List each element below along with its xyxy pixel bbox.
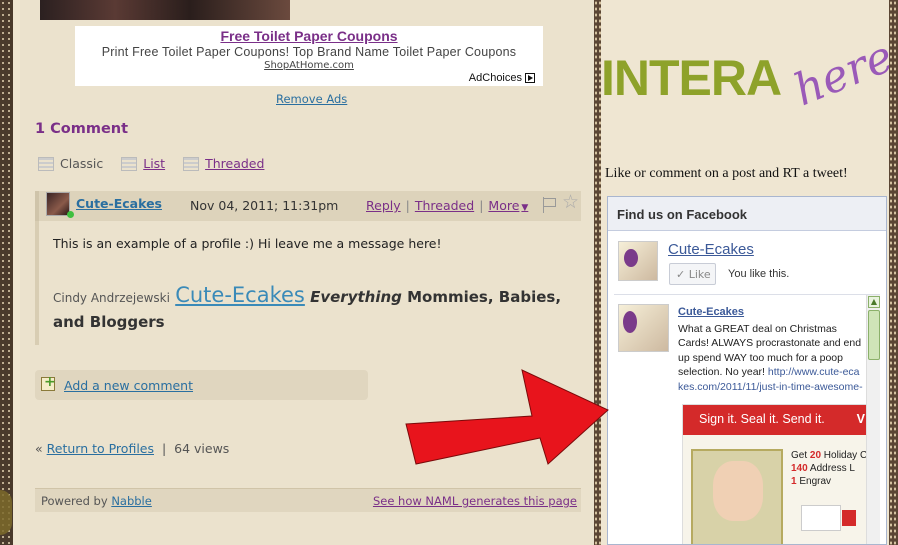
facebook-post-thumbnail[interactable] — [618, 304, 669, 352]
facebook-like-button[interactable]: ✓ Like — [669, 263, 716, 285]
add-comment-bar: Add a new comment — [35, 370, 368, 400]
post-date: Nov 04, 2011; 11:31pm — [190, 198, 339, 213]
star-icon[interactable]: ☆ — [562, 193, 579, 212]
view-mode-list[interactable]: List — [121, 156, 165, 171]
check-icon: ✓ — [676, 268, 686, 281]
remove-ads-link[interactable]: Remove Ads — [276, 92, 347, 106]
view-mode-label[interactable]: List — [143, 156, 165, 171]
facebook-widget-header: Find us on Facebook — [608, 197, 886, 231]
ad-title-link[interactable]: Free Toilet Paper Coupons — [75, 28, 543, 44]
post-author-link[interactable]: Cute-Ecakes — [76, 196, 162, 211]
image-banner-text: Sign it. Seal it. Send it. — [699, 412, 825, 426]
image-banner: Sign it. Seal it. Send it. V — [683, 405, 867, 435]
footer: Powered by Nabble See how NAML generates… — [35, 488, 581, 512]
profile-photo — [40, 0, 290, 20]
naml-link[interactable]: See how NAML generates this page — [373, 494, 577, 508]
scroll-up-icon[interactable]: ▲ — [868, 296, 880, 308]
right-border — [889, 0, 898, 545]
logo-main-text: INTERA — [601, 50, 782, 106]
view-mode-label[interactable]: Threaded — [205, 156, 264, 171]
scrollbar-thumb[interactable] — [868, 310, 880, 360]
post-actions: Reply | Threaded | More ▼ — [366, 198, 528, 213]
separator: | — [405, 198, 410, 213]
view-mode-tabs: Classic List Threaded — [38, 156, 282, 171]
chevron-down-icon: ▼ — [521, 203, 529, 213]
ad-choices-icon — [525, 73, 535, 83]
interact-here-logo: INTERA here — [601, 31, 898, 140]
left-border — [0, 0, 20, 545]
ad-banner[interactable]: Free Toilet Paper Coupons Print Free Toi… — [75, 26, 543, 86]
ad-description: Print Free Toilet Paper Coupons! Top Bra… — [101, 45, 517, 59]
reply-link[interactable]: Reply — [366, 198, 401, 213]
facebook-widget: Find us on Facebook Cute-Ecakes ✓ Like Y… — [607, 196, 887, 545]
ad-url-link[interactable]: ShopAtHome.com — [75, 60, 543, 71]
view-mode-classic[interactable]: Classic — [38, 156, 103, 171]
facebook-liked-text: You like this. — [728, 268, 790, 280]
threaded-view-icon — [183, 156, 200, 171]
divider — [614, 294, 880, 295]
powered-by: Powered by Nabble — [41, 494, 152, 508]
threaded-link[interactable]: Threaded — [415, 198, 474, 213]
post-body: This is an example of a profile :) Hi le… — [35, 221, 581, 345]
facebook-post-author[interactable]: Cute-Ecakes — [678, 306, 744, 318]
address-label-graphic — [801, 505, 856, 531]
facebook-post-text: What a GREAT deal on Christmas Cards! AL… — [678, 322, 864, 394]
like-label: Like — [688, 268, 711, 281]
post-header: Cute-Ecakes Nov 04, 2011; 11:31pm Reply … — [35, 191, 581, 221]
view-count: 64 views — [174, 441, 230, 456]
post-text: This is an example of a profile :) Hi le… — [53, 236, 442, 251]
return-prefix: « — [35, 441, 43, 456]
facebook-page-thumbnail[interactable] — [618, 241, 658, 281]
add-comment-icon — [41, 374, 56, 391]
image-banner-v: V — [856, 412, 865, 426]
red-arrow-icon — [405, 369, 609, 465]
nabble-link[interactable]: Nabble — [111, 494, 152, 508]
offer-text: Get 20 Holiday C 140 Address L 1 Engrav — [791, 450, 868, 487]
view-mode-label: Classic — [60, 156, 104, 171]
facebook-page-name[interactable]: Cute-Ecakes — [668, 241, 754, 258]
signature-italic: Everything — [310, 288, 402, 306]
powered-by-label: Powered by — [41, 494, 108, 508]
separator: | — [161, 441, 167, 456]
leaf-decoration — [0, 490, 12, 535]
photo-card-graphic — [691, 449, 783, 544]
comment-count: 1 Comment — [35, 121, 129, 137]
signature-brand-link[interactable]: Cute-Ecakes — [175, 283, 305, 307]
ad-choices-label: AdChoices — [468, 72, 522, 84]
return-bar: « Return to Profiles | 64 views — [35, 441, 229, 456]
classic-view-icon — [38, 156, 54, 171]
more-menu-link[interactable]: More ▼ — [488, 198, 528, 213]
flag-icon[interactable] — [542, 197, 556, 213]
view-mode-threaded[interactable]: Threaded — [183, 156, 264, 171]
online-status-icon — [67, 211, 74, 218]
separator: | — [479, 198, 484, 213]
facebook-scrollbar[interactable]: ▲ — [866, 295, 880, 544]
more-label: More — [488, 198, 520, 213]
ad-choices[interactable]: AdChoices — [469, 72, 535, 84]
list-view-icon — [121, 156, 138, 171]
return-to-profiles-link[interactable]: Return to Profiles — [47, 441, 154, 456]
logo-script-text: here — [786, 30, 898, 117]
sidebar-tagline: Like or comment on a post and RT a tweet… — [605, 166, 848, 181]
signature: Cindy Andrzejewski Cute-Ecakes Everythin… — [53, 283, 573, 334]
signature-name: Cindy Andrzejewski — [53, 291, 170, 305]
image-body: Get 20 Holiday C 140 Address L 1 Engrav — [683, 435, 868, 544]
add-comment-link[interactable]: Add a new comment — [64, 378, 193, 393]
facebook-post-image[interactable]: Sign it. Seal it. Send it. V Get 20 Holi… — [682, 404, 868, 544]
sidebar: INTERA here Like or comment on a post an… — [601, 0, 898, 545]
